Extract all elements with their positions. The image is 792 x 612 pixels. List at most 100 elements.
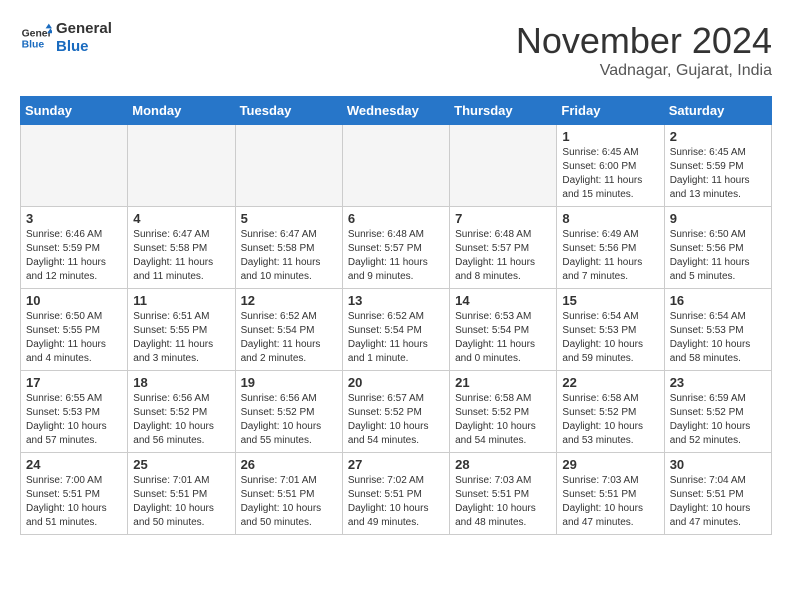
cell-info: Sunrise: 6:47 AMSunset: 5:58 PMDaylight:… xyxy=(241,228,337,284)
calendar-cell xyxy=(450,125,557,207)
day-number: 28 xyxy=(455,457,551,472)
calendar-cell: 13Sunrise: 6:52 AMSunset: 5:54 PMDayligh… xyxy=(342,289,449,371)
weekday-header-wednesday: Wednesday xyxy=(342,97,449,125)
cell-info: Sunrise: 7:03 AMSunset: 5:51 PMDaylight:… xyxy=(455,474,551,530)
calendar-cell: 21Sunrise: 6:58 AMSunset: 5:52 PMDayligh… xyxy=(450,371,557,453)
cell-info: Sunrise: 6:51 AMSunset: 5:55 PMDaylight:… xyxy=(133,310,229,366)
day-number: 16 xyxy=(670,293,766,308)
calendar-cell: 18 Sunrise: 6:56 AMSunset: 5:52 PMDayligh… xyxy=(128,371,235,453)
calendar-week-5: 24 Sunrise: 7:00 AMSunset: 5:51 PMDayligh… xyxy=(21,453,772,535)
svg-text:General: General xyxy=(22,28,52,39)
calendar-cell: 16 Sunrise: 6:54 AMSunset: 5:53 PMDayligh… xyxy=(664,289,771,371)
logo-blue: Blue xyxy=(56,38,112,56)
day-number: 7 xyxy=(455,211,551,226)
calendar-cell: 23 Sunrise: 6:59 AMSunset: 5:52 PMDayligh… xyxy=(664,371,771,453)
day-number: 29 xyxy=(562,457,658,472)
cell-info: Sunrise: 6:55 AMSunset: 5:53 PMDaylight:… xyxy=(26,392,122,448)
cell-info: Sunrise: 7:02 AMSunset: 5:51 PMDaylight:… xyxy=(348,474,444,530)
cell-info: Sunrise: 6:52 AMSunset: 5:54 PMDaylight:… xyxy=(348,310,444,366)
weekday-header-friday: Friday xyxy=(557,97,664,125)
day-number: 20 xyxy=(348,375,444,390)
calendar-cell: 29 Sunrise: 7:03 AMSunset: 5:51 PMDayligh… xyxy=(557,453,664,535)
cell-info: Sunrise: 6:56 AMSunset: 5:52 PMDaylight:… xyxy=(133,392,229,448)
calendar-cell: 15 Sunrise: 6:54 AMSunset: 5:53 PMDayligh… xyxy=(557,289,664,371)
calendar-cell: 10 Sunrise: 6:50 AMSunset: 5:55 PMDayligh… xyxy=(21,289,128,371)
calendar-cell: 1 Sunrise: 6:45 AMSunset: 6:00 PMDaylight… xyxy=(557,125,664,207)
calendar-cell: 12 Sunrise: 6:52 AMSunset: 5:54 PMDayligh… xyxy=(235,289,342,371)
calendar-cell: 8Sunrise: 6:49 AMSunset: 5:56 PMDaylight… xyxy=(557,207,664,289)
calendar-cell: 19 Sunrise: 6:56 AMSunset: 5:52 PMDayligh… xyxy=(235,371,342,453)
day-number: 18 xyxy=(133,375,229,390)
day-number: 2 xyxy=(670,129,766,144)
cell-info: Sunrise: 6:50 AMSunset: 5:55 PMDaylight:… xyxy=(26,310,122,366)
calendar-cell: 22Sunrise: 6:58 AMSunset: 5:52 PMDayligh… xyxy=(557,371,664,453)
day-number: 26 xyxy=(241,457,337,472)
day-number: 15 xyxy=(562,293,658,308)
day-number: 6 xyxy=(348,211,444,226)
cell-info: Sunrise: 6:56 AMSunset: 5:52 PMDaylight:… xyxy=(241,392,337,448)
weekday-header-monday: Monday xyxy=(128,97,235,125)
calendar-cell xyxy=(235,125,342,207)
day-number: 1 xyxy=(562,129,658,144)
calendar-cell xyxy=(128,125,235,207)
calendar-cell: 5 Sunrise: 6:47 AMSunset: 5:58 PMDaylight… xyxy=(235,207,342,289)
day-number: 5 xyxy=(241,211,337,226)
day-number: 14 xyxy=(455,293,551,308)
weekday-header-saturday: Saturday xyxy=(664,97,771,125)
calendar-week-3: 10 Sunrise: 6:50 AMSunset: 5:55 PMDayligh… xyxy=(21,289,772,371)
cell-info: Sunrise: 7:00 AMSunset: 5:51 PMDaylight:… xyxy=(26,474,122,530)
cell-info: Sunrise: 6:57 AMSunset: 5:52 PMDaylight:… xyxy=(348,392,444,448)
day-number: 21 xyxy=(455,375,551,390)
cell-info: Sunrise: 6:49 AMSunset: 5:56 PMDaylight:… xyxy=(562,228,658,284)
logo: General Blue General Blue xyxy=(20,20,112,56)
calendar-cell: 17 Sunrise: 6:55 AMSunset: 5:53 PMDayligh… xyxy=(21,371,128,453)
weekday-header-sunday: Sunday xyxy=(21,97,128,125)
day-number: 3 xyxy=(26,211,122,226)
cell-info: Sunrise: 6:58 AMSunset: 5:52 PMDaylight:… xyxy=(562,392,658,448)
cell-info: Sunrise: 7:01 AMSunset: 5:51 PMDaylight:… xyxy=(133,474,229,530)
page-header: General Blue General Blue November 2024 … xyxy=(20,20,772,80)
title-section: November 2024 Vadnagar, Gujarat, India xyxy=(516,20,772,80)
day-number: 27 xyxy=(348,457,444,472)
cell-info: Sunrise: 6:53 AMSunset: 5:54 PMDaylight:… xyxy=(455,310,551,366)
calendar-cell xyxy=(342,125,449,207)
calendar-cell: 6 Sunrise: 6:48 AMSunset: 5:57 PMDaylight… xyxy=(342,207,449,289)
cell-info: Sunrise: 7:03 AMSunset: 5:51 PMDaylight:… xyxy=(562,474,658,530)
cell-info: Sunrise: 6:52 AMSunset: 5:54 PMDaylight:… xyxy=(241,310,337,366)
cell-info: Sunrise: 6:46 AMSunset: 5:59 PMDaylight:… xyxy=(26,228,122,284)
calendar-cell: 26 Sunrise: 7:01 AMSunset: 5:51 PMDayligh… xyxy=(235,453,342,535)
cell-info: Sunrise: 6:48 AMSunset: 5:57 PMDaylight:… xyxy=(348,228,444,284)
day-number: 23 xyxy=(670,375,766,390)
day-number: 10 xyxy=(26,293,122,308)
cell-info: Sunrise: 7:01 AMSunset: 5:51 PMDaylight:… xyxy=(241,474,337,530)
calendar-week-2: 3 Sunrise: 6:46 AMSunset: 5:59 PMDaylight… xyxy=(21,207,772,289)
weekday-header-row: SundayMondayTuesdayWednesdayThursdayFrid… xyxy=(21,97,772,125)
cell-info: Sunrise: 6:47 AMSunset: 5:58 PMDaylight:… xyxy=(133,228,229,284)
calendar-table: SundayMondayTuesdayWednesdayThursdayFrid… xyxy=(20,96,772,535)
cell-info: Sunrise: 6:45 AMSunset: 5:59 PMDaylight:… xyxy=(670,146,766,202)
logo-icon: General Blue xyxy=(20,22,52,54)
weekday-header-thursday: Thursday xyxy=(450,97,557,125)
calendar-cell: 4 Sunrise: 6:47 AMSunset: 5:58 PMDaylight… xyxy=(128,207,235,289)
day-number: 19 xyxy=(241,375,337,390)
calendar-cell: 20 Sunrise: 6:57 AMSunset: 5:52 PMDayligh… xyxy=(342,371,449,453)
day-number: 4 xyxy=(133,211,229,226)
calendar-cell: 25Sunrise: 7:01 AMSunset: 5:51 PMDayligh… xyxy=(128,453,235,535)
day-number: 11 xyxy=(133,293,229,308)
day-number: 12 xyxy=(241,293,337,308)
calendar-cell: 27 Sunrise: 7:02 AMSunset: 5:51 PMDayligh… xyxy=(342,453,449,535)
logo-general: General xyxy=(56,20,112,38)
cell-info: Sunrise: 6:45 AMSunset: 6:00 PMDaylight:… xyxy=(562,146,658,202)
calendar-cell: 9Sunrise: 6:50 AMSunset: 5:56 PMDaylight… xyxy=(664,207,771,289)
svg-text:Blue: Blue xyxy=(22,40,45,51)
calendar-cell: 3 Sunrise: 6:46 AMSunset: 5:59 PMDaylight… xyxy=(21,207,128,289)
calendar-cell: 2 Sunrise: 6:45 AMSunset: 5:59 PMDaylight… xyxy=(664,125,771,207)
cell-info: Sunrise: 6:50 AMSunset: 5:56 PMDaylight:… xyxy=(670,228,766,284)
cell-info: Sunrise: 6:59 AMSunset: 5:52 PMDaylight:… xyxy=(670,392,766,448)
calendar-cell xyxy=(21,125,128,207)
calendar-cell: 7Sunrise: 6:48 AMSunset: 5:57 PMDaylight… xyxy=(450,207,557,289)
cell-info: Sunrise: 6:54 AMSunset: 5:53 PMDaylight:… xyxy=(562,310,658,366)
day-number: 17 xyxy=(26,375,122,390)
day-number: 24 xyxy=(26,457,122,472)
cell-info: Sunrise: 6:54 AMSunset: 5:53 PMDaylight:… xyxy=(670,310,766,366)
